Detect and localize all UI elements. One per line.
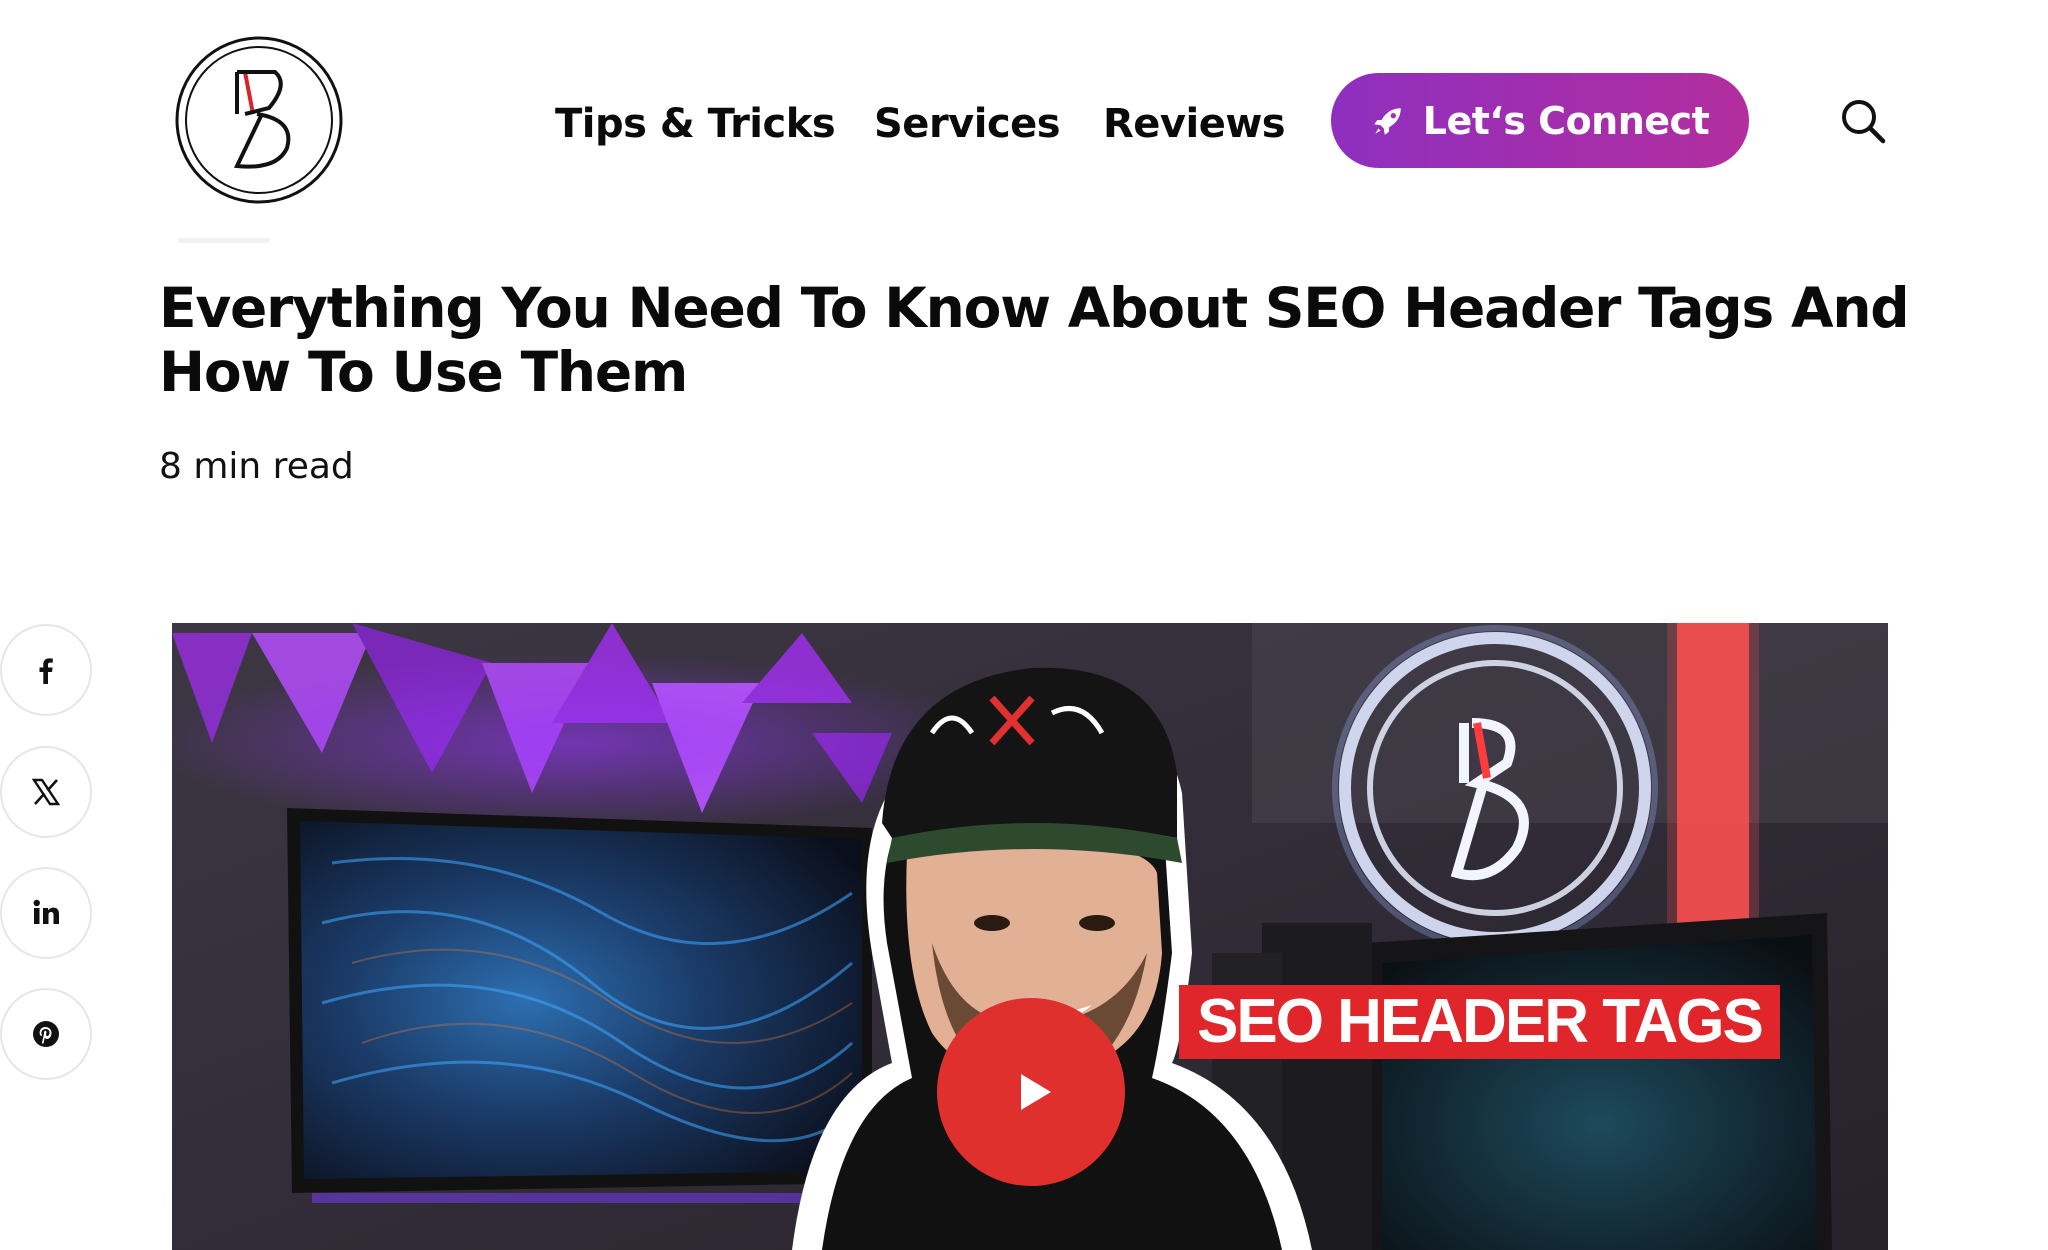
nav-services[interactable]: Services <box>874 94 1061 154</box>
share-facebook-button[interactable] <box>0 624 92 716</box>
pinterest-icon <box>33 1021 59 1047</box>
lets-connect-label: Let‘s Connect <box>1422 98 1710 143</box>
play-icon <box>1021 1074 1051 1110</box>
share-linkedin-button[interactable] <box>0 867 92 959</box>
facebook-icon <box>39 658 53 684</box>
nav-reviews[interactable]: Reviews <box>1103 94 1286 154</box>
article-title: Everything You Need To Know About SEO He… <box>159 276 1910 404</box>
video-overlay-title: SEO HEADER TAGS <box>1179 985 1780 1059</box>
lets-connect-button[interactable]: Let‘s Connect <box>1331 73 1749 168</box>
read-time: 8 min read <box>159 446 354 487</box>
linkedin-icon <box>33 899 59 924</box>
nav-tips-tricks[interactable]: Tips & Tricks <box>555 94 836 154</box>
rocket-icon <box>1373 107 1401 135</box>
share-pinterest-button[interactable] <box>0 988 92 1080</box>
play-button[interactable] <box>937 998 1125 1186</box>
search-icon[interactable] <box>1838 96 1888 146</box>
category-divider <box>178 238 270 243</box>
site-logo[interactable] <box>175 36 343 204</box>
x-icon <box>31 778 61 806</box>
video-embed[interactable]: SEO HEADER TAGS <box>172 623 1888 1250</box>
share-x-button[interactable] <box>0 746 92 838</box>
